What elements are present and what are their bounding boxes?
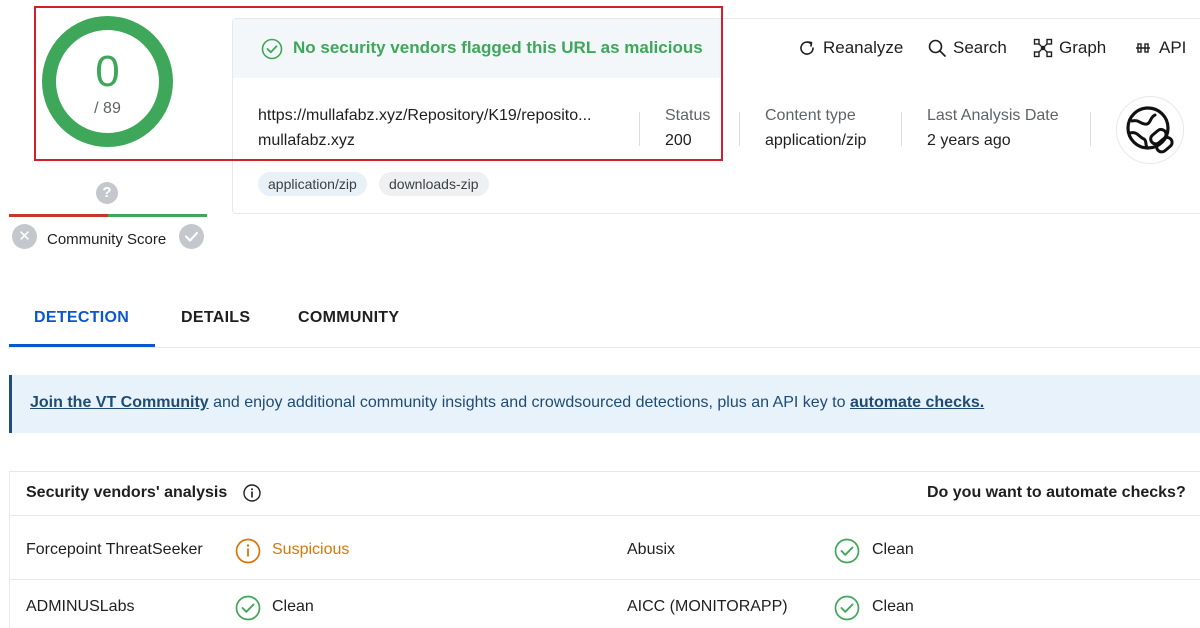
reanalyze-label: Reanalyze xyxy=(823,38,904,57)
api-button[interactable]: API xyxy=(1133,38,1186,58)
banner-middle-text: and enjoy additional community insights … xyxy=(208,394,850,411)
refresh-icon xyxy=(797,38,817,58)
last-analysis-value: 2 years ago xyxy=(927,132,1011,149)
globe-link-icon xyxy=(1116,96,1184,164)
check-circle-icon xyxy=(261,38,283,65)
divider xyxy=(639,112,640,146)
detection-total: / 89 xyxy=(94,100,121,117)
tabs-divider xyxy=(9,347,1200,348)
community-score-bar-negative xyxy=(9,214,108,217)
vendor-result-clean: Clean xyxy=(872,541,914,558)
status-message: No security vendors flagged this URL as … xyxy=(293,38,703,57)
community-score-label: Community Score xyxy=(47,231,167,248)
content-type-label: Content type xyxy=(765,107,856,124)
banner-text: Join the VT Community and enjoy addition… xyxy=(30,394,984,412)
vote-malicious-icon[interactable]: ✕ xyxy=(12,224,37,249)
detection-score-ring: 0 / 89 xyxy=(42,16,173,147)
analyzed-url: https://mullafabz.xyz/Repository/K19/rep… xyxy=(258,107,592,124)
api-icon xyxy=(1133,38,1153,58)
automate-question-link[interactable]: Do you want to automate checks? xyxy=(927,484,1186,502)
alert-info-icon xyxy=(235,538,261,569)
check-circle-icon xyxy=(834,538,860,569)
status-label: Status xyxy=(665,107,711,124)
vendor-result-clean: Clean xyxy=(872,598,914,615)
divider xyxy=(901,112,902,146)
divider xyxy=(739,112,740,146)
tab-community[interactable]: COMMUNITY xyxy=(298,309,399,327)
graph-button[interactable]: Graph xyxy=(1033,38,1106,58)
join-community-link[interactable]: Join the VT Community xyxy=(30,394,209,411)
url-domain-link[interactable]: mullafabz.xyz xyxy=(258,132,355,150)
last-analysis-label: Last Analysis Date xyxy=(927,107,1059,124)
automate-checks-link[interactable]: automate checks. xyxy=(850,394,984,411)
graph-label: Graph xyxy=(1059,38,1107,57)
vendor-result-clean: Clean xyxy=(272,598,314,615)
graph-icon xyxy=(1033,38,1053,58)
community-score-bar-positive xyxy=(108,214,207,217)
check-circle-icon xyxy=(834,595,860,626)
detection-count: 0 xyxy=(95,47,120,96)
status-value: 200 xyxy=(665,132,692,149)
vendor-name: AICC (MONITORAPP) xyxy=(627,598,788,615)
vendors-title: Security vendors' analysis xyxy=(26,484,228,501)
reanalyze-button[interactable]: Reanalyze xyxy=(797,38,903,58)
api-label: API xyxy=(1159,38,1187,57)
vote-harmless-icon[interactable] xyxy=(179,224,204,249)
search-button[interactable]: Search xyxy=(927,38,1007,58)
row-divider xyxy=(9,579,1200,580)
community-question-icon: ? xyxy=(96,182,118,204)
tag-chip[interactable]: application/zip xyxy=(258,172,367,196)
vendor-name: ADMINUSLabs xyxy=(26,598,135,615)
search-icon xyxy=(927,38,947,58)
divider xyxy=(1090,112,1091,146)
vendor-result-suspicious: Suspicious xyxy=(272,541,350,558)
content-type-value: application/zip xyxy=(765,132,867,149)
tab-details[interactable]: DETAILS xyxy=(181,309,250,327)
vendor-name: Abusix xyxy=(627,541,676,558)
info-icon[interactable] xyxy=(243,484,261,507)
vendor-name: Forcepoint ThreatSeeker xyxy=(26,541,203,558)
check-circle-icon xyxy=(235,595,261,626)
search-label: Search xyxy=(953,38,1007,57)
row-divider xyxy=(9,515,1200,516)
tag-chip[interactable]: downloads-zip xyxy=(379,172,489,196)
tab-detection[interactable]: DETECTION xyxy=(34,309,129,327)
